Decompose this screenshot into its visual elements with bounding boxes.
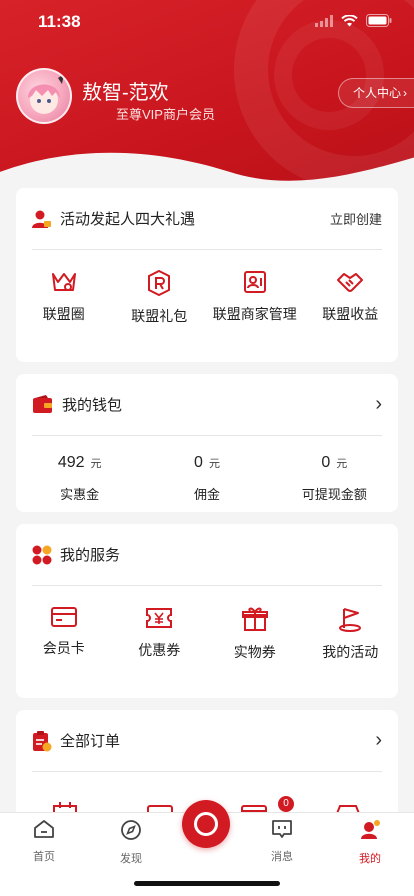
compass-icon bbox=[121, 820, 141, 840]
tab-home[interactable]: 首页 bbox=[9, 819, 79, 864]
alliance-item-label: 联盟商家管理 bbox=[212, 306, 297, 322]
tab-messages[interactable]: 消息 bbox=[247, 819, 317, 864]
user-icon bbox=[361, 820, 380, 839]
orders-card-header[interactable]: 全部订单 › bbox=[32, 710, 382, 772]
wallet-card-header[interactable]: 我的钱包 › bbox=[32, 374, 382, 436]
service-label: 实物券 bbox=[233, 644, 276, 660]
service-item-my-activity[interactable]: 我的活动 bbox=[303, 606, 399, 662]
r-badge-icon bbox=[148, 270, 171, 296]
tab-label: 发现 bbox=[120, 853, 142, 865]
avatar[interactable] bbox=[16, 68, 72, 124]
tab-label: 我的 bbox=[359, 853, 381, 865]
wallet-item-commission[interactable]: 0元 佣金 bbox=[143, 454, 270, 503]
home-indicator bbox=[134, 881, 280, 886]
wallet-card: 我的钱包 › 492 元 实惠金 0元 佣金 0元 可提现金额 bbox=[16, 374, 398, 512]
wallet-item-withdrawable[interactable]: 0元 可提现金额 bbox=[271, 454, 398, 503]
service-label: 我的活动 bbox=[322, 644, 379, 660]
wallet-unit: 元 bbox=[90, 458, 102, 470]
status-time: 11:38 bbox=[38, 12, 81, 31]
wallet-value: 492 bbox=[57, 454, 85, 471]
clipboard-icon bbox=[33, 730, 52, 751]
wallet-label: 实惠金 bbox=[60, 487, 100, 502]
card-icon bbox=[50, 607, 77, 627]
user-red-icon bbox=[32, 210, 51, 228]
orders-title: 全部订单 bbox=[60, 733, 121, 750]
services-title: 我的服务 bbox=[60, 547, 121, 564]
wallet-unit: 元 bbox=[336, 458, 348, 470]
create-now-link[interactable]: 立即创建 bbox=[330, 209, 382, 228]
services-card-header: 我的服务 bbox=[32, 524, 382, 586]
center-action-button[interactable] bbox=[182, 800, 230, 848]
alliance-item-circle[interactable]: 联盟圈 bbox=[16, 270, 112, 326]
services-grid: 会员卡 优惠券 实物券 我的活动 bbox=[16, 606, 398, 662]
tab-discover[interactable]: 发现 bbox=[96, 819, 166, 866]
gift-icon bbox=[241, 607, 268, 631]
battery-icon bbox=[366, 14, 392, 27]
crown-icon bbox=[51, 273, 76, 291]
wallet-unit: 元 bbox=[208, 458, 220, 470]
services-card: 我的服务 会员卡 优惠券 实物券 我的活动 bbox=[16, 524, 398, 698]
wallet-grid: 492 元 实惠金 0元 佣金 0元 可提现金额 bbox=[16, 454, 398, 503]
avatar-image bbox=[28, 74, 64, 114]
chevron-right-icon: › bbox=[375, 729, 382, 751]
order-badge: 0 bbox=[278, 796, 294, 812]
chevron-right-icon: › bbox=[403, 86, 407, 100]
tab-label: 消息 bbox=[271, 851, 293, 863]
alliance-grid: 联盟圈 联盟礼包 联盟商家管理 联盟收益 bbox=[16, 270, 398, 326]
wallet-item-benefit[interactable]: 492 元 实惠金 bbox=[16, 454, 143, 503]
service-label: 会员卡 bbox=[42, 640, 85, 656]
alliance-item-label: 联盟礼包 bbox=[131, 308, 188, 324]
service-item-coupon[interactable]: 优惠券 bbox=[112, 606, 208, 662]
coupon-icon bbox=[146, 608, 173, 628]
alliance-item-merchant[interactable]: 联盟商家管理 bbox=[207, 270, 303, 326]
alliance-item-label: 联盟收益 bbox=[322, 306, 379, 322]
tab-label: 首页 bbox=[33, 851, 55, 863]
tab-mine[interactable]: 我的 bbox=[335, 819, 405, 866]
personal-center-button[interactable]: 个人中心 › bbox=[337, 78, 414, 108]
alliance-item-label: 联盟圈 bbox=[42, 306, 85, 322]
flag-icon bbox=[339, 608, 362, 632]
service-label: 优惠券 bbox=[138, 642, 181, 658]
handshake-icon bbox=[337, 273, 364, 292]
personal-center-label: 个人中心 bbox=[352, 86, 401, 100]
alliance-card: 活动发起人四大礼遇 立即创建 联盟圈 联盟礼包 联盟商家管理 联盟收益 bbox=[16, 188, 398, 362]
merchant-card-icon bbox=[243, 271, 266, 293]
wallet-title: 我的钱包 bbox=[62, 397, 123, 414]
wallet-value: 0 bbox=[321, 454, 331, 471]
wallet-label: 可提现金额 bbox=[301, 487, 367, 502]
membership-level: 至尊VIP商户会员 bbox=[116, 107, 215, 122]
wallet-label: 佣金 bbox=[193, 487, 220, 502]
username: 敖智-范欢 bbox=[82, 82, 169, 104]
alliance-item-revenue[interactable]: 联盟收益 bbox=[303, 270, 399, 326]
message-icon bbox=[272, 820, 292, 838]
service-item-physical-coupon[interactable]: 实物券 bbox=[207, 606, 303, 662]
alliance-card-header: 活动发起人四大礼遇 立即创建 bbox=[32, 188, 382, 250]
wifi-icon bbox=[341, 14, 358, 26]
alliance-item-gift[interactable]: 联盟礼包 bbox=[112, 270, 208, 326]
alliance-title: 活动发起人四大礼遇 bbox=[60, 211, 196, 228]
chevron-right-icon: › bbox=[375, 393, 382, 415]
signal-icon bbox=[315, 14, 333, 27]
service-item-member-card[interactable]: 会员卡 bbox=[16, 606, 112, 662]
wallet-value: 0 bbox=[194, 454, 203, 471]
services-grid-icon bbox=[32, 545, 52, 564]
status-bar: 11:38 bbox=[0, 0, 414, 44]
wallet-icon bbox=[33, 394, 52, 413]
home-icon bbox=[34, 820, 54, 838]
